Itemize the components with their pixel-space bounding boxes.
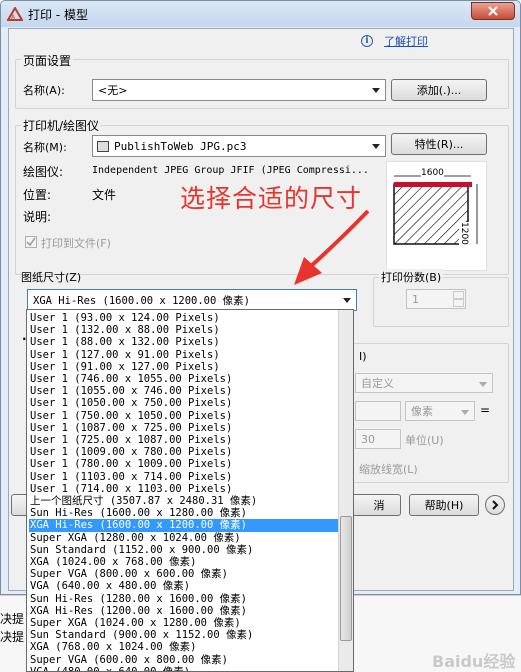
paper-size-option[interactable]: XGA (1024.00 x 768.00 像素) [29, 556, 339, 568]
unit-value: 像素 [411, 405, 433, 418]
paper-size-option[interactable]: User 1 (88.00 x 132.00 Pixels) [29, 336, 339, 348]
copies-value: 1 [412, 292, 419, 306]
scale-group-label: I) [359, 350, 367, 363]
paper-size-option[interactable]: User 1 (1103.00 x 714.00 Pixels) [29, 471, 339, 483]
plotter-value: Independent JPEG Group JFIF (JPEG Compre… [92, 165, 369, 176]
paper-preview: 1600 1200 [386, 161, 487, 271]
unit-label: 单位(U) [405, 434, 444, 447]
printer-value: PublishToWeb JPG.pc3 [114, 139, 247, 153]
spin-down-icon[interactable] [453, 299, 464, 307]
background-text-2: 决提 [0, 630, 25, 644]
scale-numerator-input[interactable] [355, 401, 401, 421]
autocad-logo-icon: A [6, 6, 24, 21]
watermark-logo: Baidu经验 [432, 652, 516, 671]
paper-size-option[interactable]: User 1 (780.00 x 1009.00 Pixels) [29, 458, 339, 470]
unit-select[interactable]: 像素 [405, 401, 475, 421]
paper-size-option[interactable]: XGA Hi-Res (1200.00 x 1600.00 像素) [29, 605, 339, 617]
scale-denominator-input[interactable]: 30 [355, 429, 401, 449]
page-setup-label: 页面设置 [21, 52, 74, 69]
title-bar[interactable]: A 打印 - 模型 [1, 1, 520, 27]
annotation-arrow [294, 209, 370, 285]
paper-size-option[interactable]: Sun Hi-Res (1280.00 x 1600.00 像素) [29, 593, 339, 605]
paper-size-value: XGA Hi-Res (1600.00 x 1200.00 像素) [33, 294, 250, 307]
help-button[interactable]: 帮助(H) [409, 494, 479, 516]
dropdown-scrollbar[interactable] [338, 310, 353, 671]
add-page-setup-button[interactable]: 添加(.)... [391, 79, 487, 101]
paper-size-option[interactable]: User 1 (1087.00 x 725.00 Pixels) [29, 422, 339, 434]
printer-select[interactable]: PublishToWeb JPG.pc3 [92, 135, 386, 157]
paper-size-option[interactable]: Sun Hi-Res (1600.00 x 1280.00 像素) [29, 507, 339, 519]
copies-label: 打印份数(B) [379, 269, 444, 285]
paper-size-option[interactable]: Super XGA (1024.00 x 1280.00 像素) [29, 617, 339, 629]
page-setup-select[interactable]: <无> [92, 79, 386, 101]
chevron-down-icon [372, 88, 380, 93]
cancel-label: 消 [373, 499, 385, 512]
page-setup-name-label: 名称(A): [23, 84, 65, 97]
paper-preview-graphic [393, 175, 478, 245]
paper-size-option[interactable]: 上一个图纸尺寸 (3507.87 x 2480.31 像素) [29, 495, 339, 507]
background-text-1: 决提 [0, 612, 25, 626]
scale-denominator-value: 30 [361, 432, 375, 446]
paper-size-option[interactable]: User 1 (132.00 x 88.00 Pixels) [29, 324, 339, 336]
arrow-right-circle-icon [492, 500, 499, 510]
paper-size-option[interactable]: Super XGA (1280.00 x 1024.00 像素) [29, 532, 339, 544]
paper-size-option[interactable]: User 1 (127.00 x 91.00 Pixels) [29, 349, 339, 361]
expand-button[interactable] [485, 495, 505, 515]
paper-size-option[interactable]: User 1 (1050.00 x 750.00 Pixels) [29, 397, 339, 409]
chevron-down-icon [461, 410, 469, 415]
close-button[interactable] [471, 2, 515, 20]
printer-icon [97, 141, 109, 152]
scrollbar-thumb[interactable] [340, 516, 352, 641]
paper-size-option[interactable]: XGA (768.00 x 1024.00 像素) [29, 641, 339, 653]
page-setup-value: <无> [98, 84, 128, 97]
paper-size-option[interactable]: User 1 (750.00 x 1050.00 Pixels) [29, 410, 339, 422]
paper-size-option[interactable]: VGA (640.00 x 480.00 像素) [29, 580, 339, 592]
preview-width-label: 1600 [421, 168, 444, 178]
paper-size-option[interactable]: User 1 (91.00 x 127.00 Pixels) [29, 361, 339, 373]
checkmark-icon [26, 237, 36, 247]
scale-value: 自定义 [361, 377, 394, 390]
paper-size-dropdown-list[interactable]: User 1 (93.00 x 124.00 Pixels) User 1 (13… [26, 309, 354, 672]
info-icon: i [361, 35, 373, 47]
properties-button[interactable]: 特性(R)... [391, 133, 487, 155]
print-to-file-label: 打印到文件(F) [41, 237, 111, 250]
print-to-file-checkbox[interactable] [25, 236, 37, 248]
close-icon [488, 6, 498, 16]
paper-size-option[interactable]: User 1 (725.00 x 1087.00 Pixels) [29, 434, 339, 446]
copies-input[interactable]: 1 [406, 289, 466, 309]
preview-height-label: 1200 [459, 222, 469, 245]
equals-sign: = [480, 403, 491, 417]
paper-size-option[interactable]: XGA Hi-Res (1600.00 x 1200.00 像素) [29, 519, 339, 532]
window-title: 打印 - 模型 [28, 8, 88, 22]
location-value: 文件 [92, 188, 117, 202]
help-link[interactable]: 了解打印 [384, 33, 428, 49]
description-label: 说明: [23, 210, 52, 224]
printer-group-label: 打印机/绘图仪 [21, 117, 102, 134]
paper-size-option[interactable]: Super VGA (600.00 x 800.00 像素) [29, 654, 339, 666]
paper-size-option[interactable]: User 1 (714.00 x 1103.00 Pixels) [29, 483, 339, 495]
chevron-down-icon [343, 298, 351, 303]
location-label: 位置: [23, 188, 52, 202]
scale-select[interactable]: 自定义 [355, 373, 493, 393]
spin-up-icon[interactable] [453, 291, 464, 299]
paper-size-label: 图纸尺寸(Z) [21, 271, 82, 284]
printer-name-label: 名称(M): [23, 141, 67, 154]
paper-size-option[interactable]: User 1 (1055.00 x 746.00 Pixels) [29, 385, 339, 397]
paper-size-option[interactable]: User 1 (746.00 x 1055.00 Pixels) [29, 373, 339, 385]
paper-size-option[interactable]: User 1 (1009.00 x 780.00 Pixels) [29, 446, 339, 458]
paper-size-option[interactable]: VGA (480.00 x 640.00 像素) [29, 666, 339, 671]
paper-size-option[interactable]: Sun Standard (900.00 x 1152.00 像素) [29, 629, 339, 641]
paper-size-option[interactable]: Super VGA (800.00 x 600.00 像素) [29, 568, 339, 580]
plotter-label: 绘图仪: [23, 165, 64, 179]
chevron-down-icon [372, 144, 380, 149]
paper-size-option[interactable]: User 1 (93.00 x 124.00 Pixels) [29, 312, 339, 324]
paper-size-option[interactable]: Sun Standard (1152.00 x 900.00 像素) [29, 544, 339, 556]
lineweight-label: 缩放线宽(L) [359, 463, 418, 476]
chevron-down-icon [479, 382, 487, 387]
